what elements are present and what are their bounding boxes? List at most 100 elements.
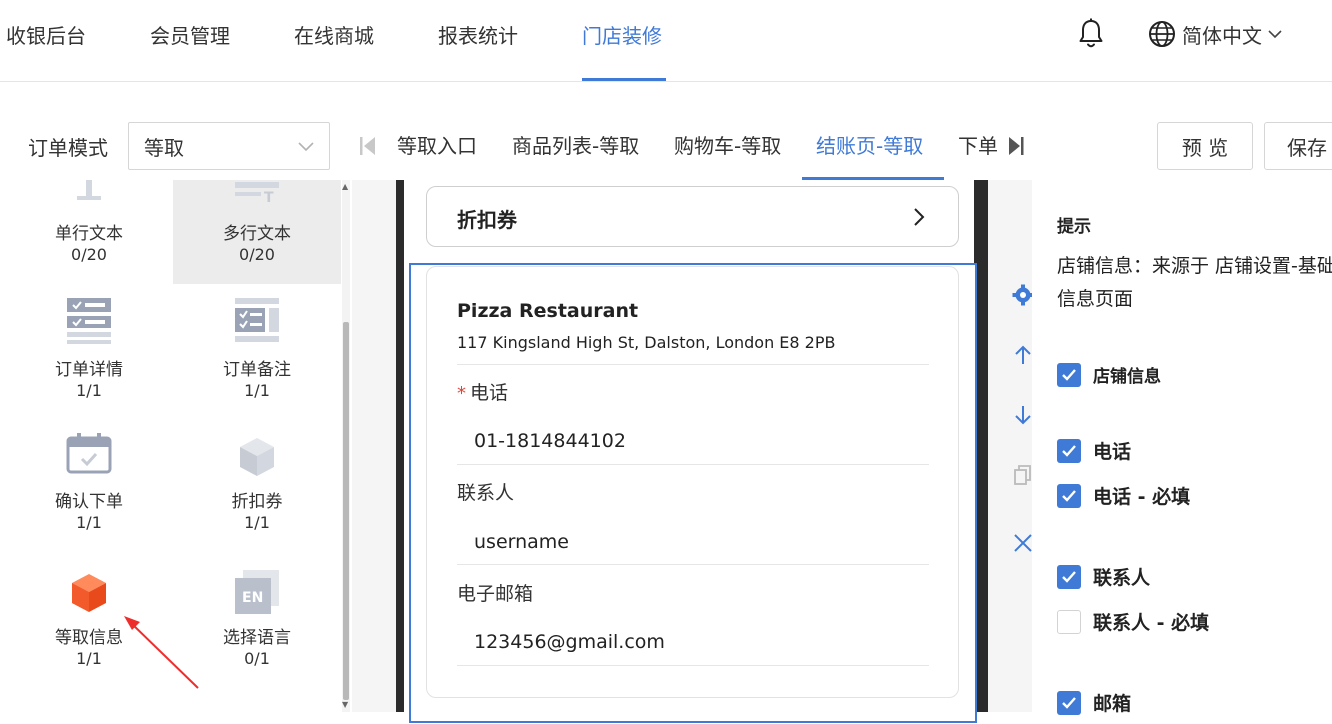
email-input[interactable]: 123456@gmail.com [474,631,665,653]
checkbox-checked-icon [1057,483,1081,508]
chevron-down-icon [298,142,314,152]
order-mode-select[interactable]: 等取 [128,122,330,170]
checkbox-contact[interactable]: 联系人 [1057,563,1150,590]
skip-previous-icon [360,137,375,155]
component-order-note[interactable]: 订单备注 1/1 [173,284,341,400]
component-count: 1/1 [76,513,102,532]
component-multi-line-text[interactable]: T 多行文本 0/20 [173,180,341,284]
divider [457,665,929,666]
store-address: 117 Kingsland High St, Dalston, London E… [457,333,836,352]
page-tabs: 等取入口 商品列表-等取 购物车-等取 结账页-等取 下单 [382,122,1002,180]
divider [457,564,929,565]
checkbox-checked-icon [1057,362,1081,387]
calendar-check-icon [66,433,112,474]
globe-icon [1149,21,1175,47]
cube-orange-icon [72,574,106,612]
move-up-arrow-icon[interactable] [1012,344,1034,366]
textarea-icon: T [235,182,279,206]
chevron-right-icon [914,208,925,226]
copy-icon[interactable] [1012,464,1034,486]
phone-field-label: * 电话 [457,382,509,404]
checkbox-checked-icon [1057,438,1081,463]
component-count: 0/20 [239,245,275,264]
coupon-title: 折扣券 [457,208,517,232]
checkbox-checked-icon [1057,690,1081,715]
nav-item-cashier[interactable]: 收银后台 [6,20,86,49]
nav-active-indicator [582,78,666,81]
palette-scrollbar-thumb[interactable] [343,322,349,700]
component-count: 1/1 [76,649,102,668]
component-label: 等取信息 [55,628,123,648]
checkbox-label: 店铺信息 [1093,367,1161,387]
tabs-next-button[interactable] [1006,134,1028,158]
text-input-icon [77,180,101,200]
bell-icon[interactable] [1078,18,1104,50]
tab-product-list[interactable]: 商品列表-等取 [512,130,639,159]
svg-text:EN: EN [242,590,263,606]
preview-button[interactable]: 预 览 [1157,122,1253,170]
checkbox-store-info[interactable]: 店铺信息 [1057,362,1161,387]
checkbox-contact-required[interactable]: 联系人 - 必填 [1057,608,1209,635]
nav-item-store-decoration[interactable]: 门店装修 [582,20,662,49]
svg-text:T: T [264,190,274,206]
order-mode-value: 等取 [144,135,184,160]
component-label: 多行文本 [223,224,291,244]
checkbox-checked-icon [1057,564,1081,589]
component-label: 单行文本 [55,224,123,244]
settings-gear-icon[interactable] [1012,284,1034,306]
contact-input[interactable]: username [474,531,569,553]
component-count: 1/1 [244,381,270,400]
component-count: 1/1 [76,381,102,400]
order-note-icon [235,298,279,342]
component-order-detail[interactable]: 订单详情 1/1 [5,284,173,400]
component-pickup-info[interactable]: 等取信息 1/1 [5,556,173,668]
email-field-label: 电子邮箱 [457,583,534,605]
scroll-up-arrow-icon[interactable]: ▲ [342,182,348,191]
hint-title: 提示 [1057,217,1091,237]
tab-cart[interactable]: 购物车-等取 [674,130,781,159]
phone-frame-left [396,180,404,712]
checkbox-label: 联系人 [1093,567,1151,589]
tab-pickup-entry[interactable]: 等取入口 [397,130,477,159]
store-name: Pizza Restaurant [457,300,639,322]
required-mark: * [457,383,466,404]
delete-close-icon[interactable] [1012,532,1034,554]
phone-input[interactable]: 01-1814844102 [474,430,626,452]
skip-next-icon [1009,137,1024,155]
order-detail-icon [67,298,111,344]
coupon-row[interactable]: 折扣券 [426,186,959,247]
component-coupon[interactable]: 折扣券 1/1 [173,420,341,532]
checkbox-phone-required[interactable]: 电话 - 必填 [1057,482,1190,509]
component-label: 折扣券 [231,492,283,512]
component-single-line-text[interactable]: 单行文本 0/20 [5,180,173,284]
move-down-arrow-icon[interactable] [1012,404,1034,426]
language-en-icon: EN [235,570,279,614]
chevron-down-icon [1268,30,1282,39]
language-label: 简体中文 [1182,23,1262,48]
component-label: 选择语言 [223,628,291,648]
tab-checkout[interactable]: 结账页-等取 [816,130,923,159]
divider [457,464,929,465]
top-navigation: 收银后台 会员管理 在线商城 报表统计 门店装修 简体中文 [0,0,1332,82]
nav-item-online-mall[interactable]: 在线商城 [294,20,374,49]
cube-icon [240,438,274,476]
component-count: 0/20 [71,245,107,264]
save-button[interactable]: 保存 [1264,122,1332,170]
component-confirm-order[interactable]: 确认下单 1/1 [5,420,173,532]
component-palette: 单行文本 0/20 T 多行文本 0/20 订单详情 1/1 订单备注 1/1 … [0,180,352,712]
component-label: 订单详情 [55,360,123,380]
checkbox-label: 电话 - 必填 [1093,486,1191,508]
component-label: 确认下单 [55,492,123,512]
component-language-select[interactable]: EN 选择语言 0/1 [173,556,341,668]
contact-field-label: 联系人 [457,482,515,504]
language-selector[interactable]: 简体中文 [1148,18,1282,50]
tabs-prev-button[interactable] [358,134,378,158]
scroll-down-arrow-icon[interactable]: ▼ [342,700,348,709]
tab-order-placed[interactable]: 下单 [958,130,998,159]
checkbox-phone[interactable]: 电话 [1057,437,1131,464]
checkbox-label: 电话 [1093,441,1132,463]
nav-item-members[interactable]: 会员管理 [150,20,230,49]
checkbox-email[interactable]: 邮箱 [1057,689,1131,716]
checkbox-label: 联系人 - 必填 [1093,612,1210,634]
nav-item-reports[interactable]: 报表统计 [438,20,518,49]
